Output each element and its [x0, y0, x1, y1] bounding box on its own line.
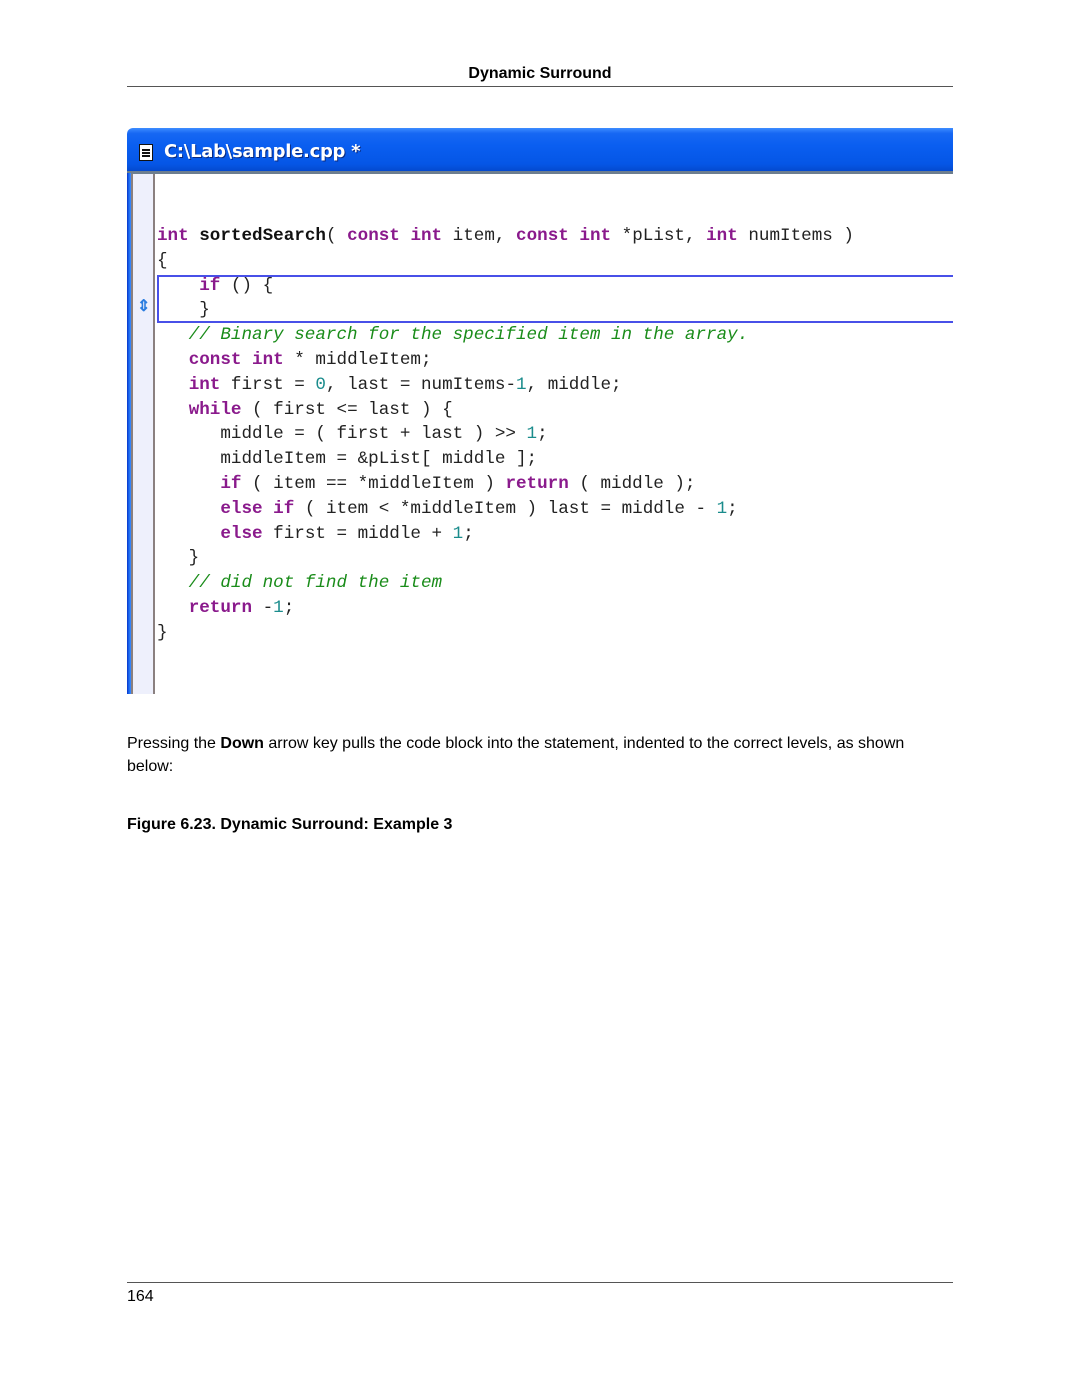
body-paragraph: Pressing the Down arrow key pulls the co… — [127, 732, 953, 778]
code-token: ; — [537, 424, 548, 445]
code-token: ; — [727, 498, 738, 519]
number-token: 1 — [452, 523, 464, 544]
code-line[interactable]: int first = 0, last = numItems-1, middle… — [157, 373, 854, 398]
figure-caption: Figure 6.23. Dynamic Surround: Example 3 — [127, 816, 453, 833]
code-token: } — [157, 300, 210, 321]
keyword-token: int — [188, 374, 221, 395]
code-line[interactable]: return -1; — [157, 596, 854, 621]
code-line[interactable]: if ( item == *middleItem ) return ( midd… — [157, 472, 854, 497]
code-line[interactable]: } — [157, 546, 854, 571]
code-token: first = — [220, 374, 316, 395]
keyword-token: else — [220, 498, 263, 519]
running-header: Dynamic Surround — [468, 65, 612, 82]
keyword-token: int — [410, 226, 443, 246]
window-title: C:\Lab\sample.cpp * — [164, 141, 361, 162]
code-line[interactable]: // Binary search for the specified item … — [157, 323, 854, 348]
keyword-token: int — [706, 226, 738, 246]
code-token: first = middle + — [262, 523, 453, 544]
code-token: * middleItem; — [283, 349, 432, 370]
code-token: ; — [463, 523, 474, 544]
code-token: numItems ) — [737, 226, 854, 246]
header-rule — [127, 86, 953, 87]
code-token: ( — [325, 226, 348, 246]
code-token: item, — [442, 226, 517, 246]
keyword-token: int — [252, 349, 284, 370]
keyword-token: const — [347, 226, 400, 246]
code-line[interactable]: while ( first <= last ) { — [157, 398, 854, 423]
code-token: ( first <= last ) { — [241, 399, 453, 420]
number-token: 1 — [516, 374, 527, 395]
number-token: 1 — [526, 424, 538, 445]
code-token: } — [157, 622, 168, 643]
code-line[interactable]: } — [157, 621, 854, 646]
code-token: { — [157, 250, 168, 271]
window-titlebar[interactable]: C:\Lab\sample.cpp * — [127, 128, 953, 173]
code-token: *pList, — [611, 226, 707, 246]
code-token: } — [157, 548, 200, 569]
code-line[interactable]: } — [157, 298, 854, 323]
keyword-token: const — [516, 226, 569, 246]
comment-token: // did not find the item — [157, 573, 443, 594]
code-token: () { — [220, 275, 274, 296]
code-token: - — [252, 597, 274, 618]
document-icon — [139, 144, 153, 161]
keyword-token: int — [157, 226, 189, 246]
code-token: middle = ( first + last ) >> — [157, 424, 527, 445]
keyword-token: if — [220, 473, 242, 494]
code-line[interactable]: // did not find the item — [157, 571, 854, 596]
code-line[interactable]: else first = middle + 1; — [157, 522, 854, 547]
keyword-token: const — [188, 349, 242, 370]
code-line[interactable]: if () { — [157, 274, 854, 299]
keyword-token: return — [505, 473, 569, 494]
function-name-token: sortedSearch — [199, 226, 326, 246]
number-token: 0 — [315, 374, 326, 395]
number-token: 1 — [273, 597, 284, 618]
para-key-name: Down — [220, 735, 264, 752]
up-down-arrow-icon[interactable]: ⇕ — [137, 298, 150, 316]
keyword-token: if — [199, 275, 221, 296]
code-line[interactable]: middleItem = &pList[ middle ]; — [157, 447, 854, 472]
code-line[interactable]: middle = ( first + last ) >> 1; — [157, 422, 854, 447]
code-token: ( middle ); — [568, 473, 696, 494]
code-token: ; — [283, 597, 295, 618]
code-text[interactable]: int sortedSearch( const int item, const … — [157, 224, 854, 646]
code-line[interactable]: int sortedSearch( const int item, const … — [157, 224, 854, 249]
editor-gutter[interactable] — [131, 174, 155, 694]
editor-window: C:\Lab\sample.cpp * ⇕ int sortedSearch( … — [127, 128, 953, 694]
keyword-token: if — [273, 498, 295, 519]
keyword-token: else — [220, 523, 263, 544]
comment-token: // Binary search for the specified item … — [157, 325, 749, 346]
number-token: 1 — [716, 498, 728, 519]
code-token: ( item == *middleItem ) — [241, 473, 506, 494]
code-token: middleItem = &pList[ middle ]; — [157, 449, 538, 470]
keyword-token: return — [188, 597, 253, 618]
para-text-before: Pressing the — [127, 735, 221, 752]
page-number: 164 — [127, 1288, 154, 1305]
code-line[interactable]: { — [157, 249, 854, 274]
code-line[interactable]: const int * middleItem; — [157, 348, 854, 373]
code-line[interactable]: else if ( item < *middleItem ) last = mi… — [157, 497, 854, 522]
keyword-token: int — [579, 226, 612, 246]
code-token: , last = numItems- — [325, 374, 517, 395]
code-token: ( item < *middleItem ) last = middle - — [294, 498, 717, 519]
footer-rule — [127, 1282, 953, 1283]
code-token: , middle; — [526, 374, 622, 395]
keyword-token: while — [188, 399, 242, 420]
